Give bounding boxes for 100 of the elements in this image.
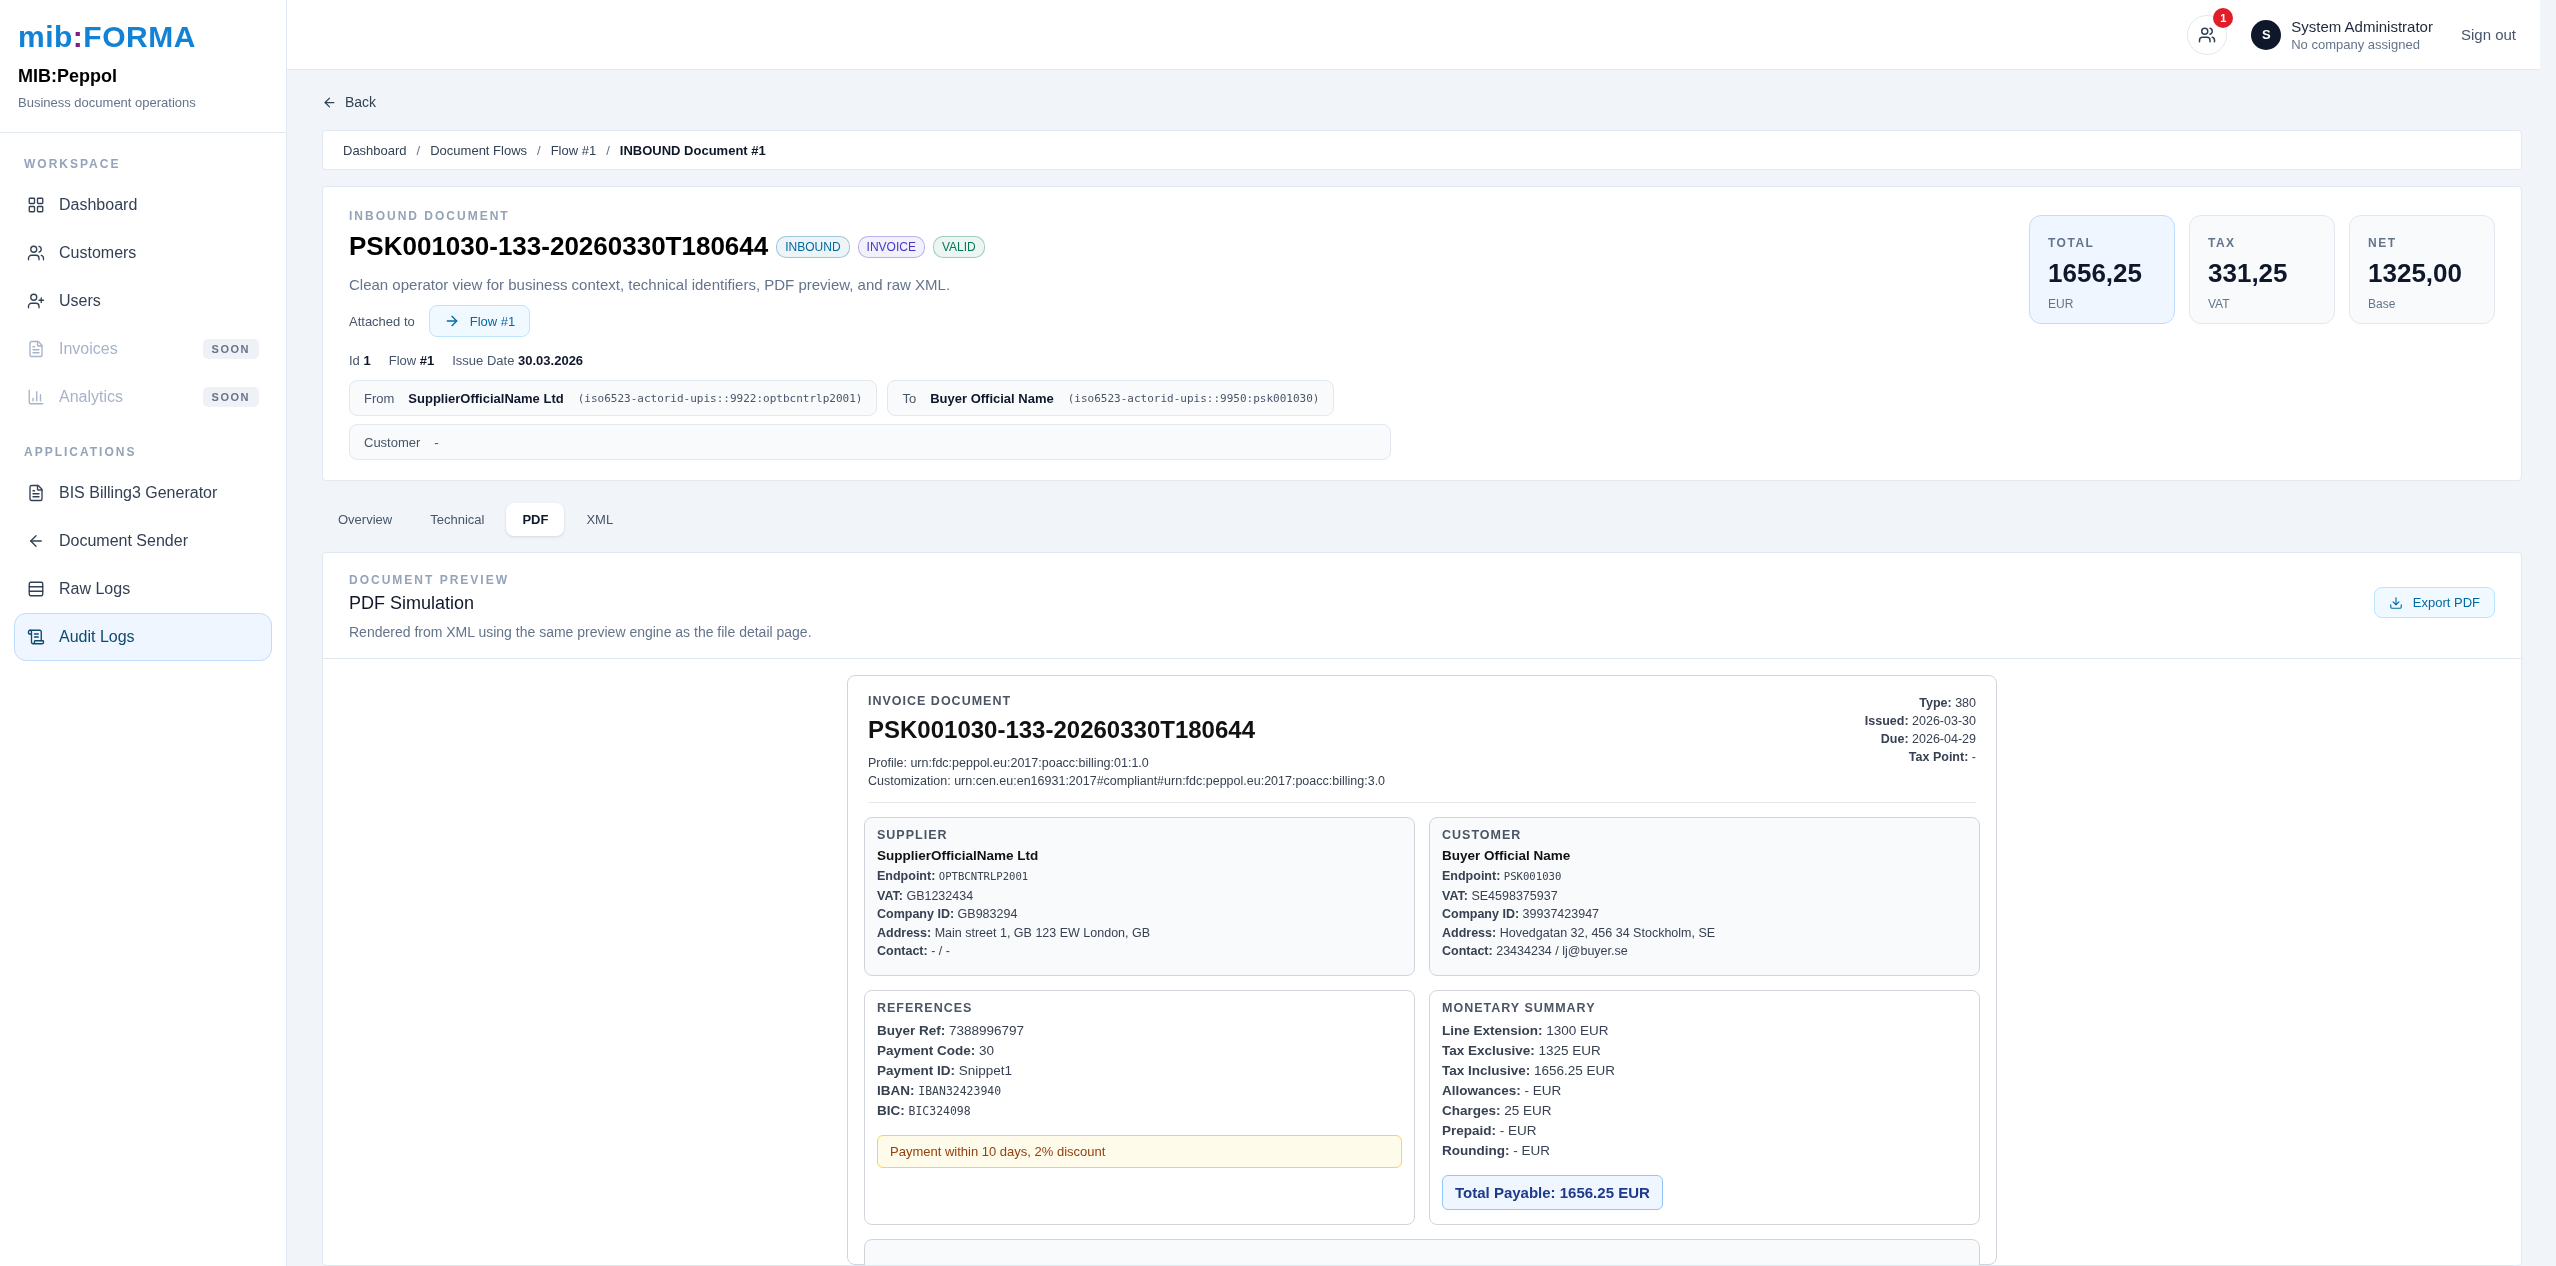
nav-icon xyxy=(27,484,45,502)
fact-line: Tax Point: - xyxy=(1907,749,1976,766)
sidebar-item[interactable]: Customers xyxy=(14,229,272,277)
nav-label: BIS Billing3 Generator xyxy=(59,484,219,502)
attached-label: Attached to xyxy=(349,313,415,329)
export-pdf-button[interactable]: Export PDF xyxy=(2373,587,2495,618)
download-icon xyxy=(2388,595,2403,610)
field-line: Endpoint: PSK001030 xyxy=(1442,868,1563,885)
back-link[interactable]: Back xyxy=(322,90,377,114)
stat-label: TOTAL xyxy=(2048,236,2096,250)
preview-description: Rendered from XML using the same preview engine as the file detail page. xyxy=(349,624,812,640)
nav-icon xyxy=(27,340,45,358)
nav-icon xyxy=(27,628,45,646)
payment-note: Payment within 10 days, 2% discount xyxy=(877,1134,1402,1168)
nav-label: Invoices xyxy=(59,340,119,358)
field-line: VAT: SE4598375937 xyxy=(1442,887,1559,905)
identifier-line: Profile: urn:fdc:peppol.eu:2017:poacc:billing:01:1.0 xyxy=(868,755,1150,772)
party-identifier: (iso6523-actorid-upis::9950:psk001030) xyxy=(1067,391,1320,405)
party-name: SupplierOfficialName Ltd xyxy=(877,848,1040,863)
section-title: WORKSPACE xyxy=(23,156,122,173)
nav-icon xyxy=(27,244,45,262)
stat-unit: VAT xyxy=(2208,297,2231,311)
app-tagline: Business document operations xyxy=(18,95,197,110)
stat-unit: Base xyxy=(2368,297,2397,311)
field-line: Prepaid: - EUR xyxy=(1442,1121,1538,1140)
user-avatar: S xyxy=(2251,19,2282,50)
sidebar-item[interactable]: Audit Logs xyxy=(14,613,272,661)
field-line: Allowances: - EUR xyxy=(1442,1081,1563,1100)
field-line: Tax Exclusive: 1325 EUR xyxy=(1442,1041,1602,1060)
sidebar-item[interactable]: Dashboard xyxy=(14,181,272,229)
meta-item: Flow #1 xyxy=(388,353,435,368)
field-line: VAT: GB1232434 xyxy=(877,887,975,905)
document-title: PSK001030-133-20260330T180644 xyxy=(349,231,769,262)
nav-label: Analytics xyxy=(59,388,125,406)
sidebar-item[interactable]: BIS Billing3 Generator xyxy=(14,469,272,517)
nav-icon xyxy=(27,292,45,310)
stat-unit: EUR xyxy=(2048,297,2075,311)
status-badge: INVOICE xyxy=(857,235,925,258)
field-line: Tax Inclusive: 1656.25 EUR xyxy=(1442,1061,1617,1080)
nav-label: Raw Logs xyxy=(59,580,132,598)
nav-label: Dashboard xyxy=(59,196,139,214)
field-line: IBAN: IBAN32423940 xyxy=(877,1081,1003,1100)
tab[interactable]: Technical xyxy=(414,503,501,536)
breadcrumb-link[interactable]: Flow #1 xyxy=(550,142,597,158)
party-name: SupplierOfficialName Ltd xyxy=(408,390,564,406)
stat-value: 331,25 xyxy=(2208,258,2289,289)
app-name: MIB:Peppol xyxy=(18,66,118,87)
tab[interactable]: PDF xyxy=(506,503,565,536)
identifier-line: Customization: urn:cen.eu:en16931:2017#compliant#urn:fdc:peppol.eu:2017:poacc:billing:3.0 xyxy=(868,773,1386,790)
invoice-title: PSK001030-133-20260330T180644 xyxy=(868,716,1256,744)
breadcrumb-link[interactable]: Document Flows xyxy=(430,142,528,158)
flow-link-button[interactable]: Flow #1 xyxy=(428,305,531,337)
party-name: Buyer Official Name xyxy=(930,390,1054,406)
section-title: APPLICATIONS xyxy=(23,444,138,461)
nav-label: Customers xyxy=(59,244,138,262)
card-title: MONETARY SUMMARY xyxy=(1442,1000,1597,1015)
party-identifier: (iso6523-actorid-upis::9922:optbcntrlp2001) xyxy=(577,391,863,405)
user-name: System Administrator xyxy=(2291,17,2433,35)
field-line: Company ID: 39937423947 xyxy=(1442,906,1601,923)
field-line: Contact: - / - xyxy=(877,943,951,960)
card-title: REFERENCES xyxy=(877,1000,974,1015)
stat-value: 1325,00 xyxy=(2368,258,2463,289)
stat-label: TAX xyxy=(2208,236,2237,250)
field-line: Rounding: - EUR xyxy=(1442,1141,1551,1160)
breadcrumb-link[interactable]: Dashboard xyxy=(343,142,407,158)
nav-label: Audit Logs xyxy=(59,628,136,646)
meta-item: Id 1 xyxy=(349,353,371,368)
total-payable: Total Payable: 1656.25 EUR xyxy=(1442,1174,1663,1210)
party-label: From xyxy=(364,390,395,406)
fact-line: Issued: 2026-03-30 xyxy=(1864,713,1976,730)
invoice-eyebrow: INVOICE DOCUMENT xyxy=(868,694,1013,708)
tab[interactable]: XML xyxy=(570,503,630,536)
card-title: CUSTOMER xyxy=(1442,828,1523,842)
tab[interactable]: Overview xyxy=(322,503,409,536)
field-line: BIC: BIC324098 xyxy=(877,1101,972,1120)
meta-item: Issue Date 30.03.2026 xyxy=(452,353,584,368)
party-name: Buyer Official Name xyxy=(1442,848,1572,863)
eyebrow-label: DOCUMENT PREVIEW xyxy=(349,573,510,587)
field-line: Payment ID: Snippet1 xyxy=(877,1061,1014,1080)
sidebar-item[interactable]: Document Sender xyxy=(14,517,272,565)
breadcrumb-link[interactable]: INBOUND Document #1 xyxy=(619,142,766,158)
notification-badge: 1 xyxy=(2213,7,2234,28)
breadcrumb-separator: / xyxy=(416,142,421,158)
card-title: SUPPLIER xyxy=(877,828,949,842)
stat-label: NET xyxy=(2368,236,2398,250)
sidebar-item[interactable]: Raw Logs xyxy=(14,565,272,613)
breadcrumb-separator: / xyxy=(606,142,610,158)
field-line: Line Extension: 1300 EUR xyxy=(1442,1021,1610,1040)
nav-label: Document Sender xyxy=(59,532,189,550)
nav-icon xyxy=(27,532,45,550)
fact-line: Due: 2026-04-29 xyxy=(1879,731,1976,748)
sidebar-item[interactable]: Users xyxy=(14,277,272,325)
sign-out-link[interactable]: Sign out xyxy=(2460,26,2516,43)
customer-value: - xyxy=(434,434,439,450)
user-company: No company assigned xyxy=(2291,36,2421,52)
nav-icon xyxy=(27,388,45,406)
field-line: Buyer Ref: 7388996797 xyxy=(877,1021,1026,1040)
field-line: Company ID: GB983294 xyxy=(877,906,1019,923)
nav-label: Users xyxy=(59,292,102,310)
field-line: Address: Hovedgatan 32, 456 34 Stockholm, SE xyxy=(1442,924,1717,942)
